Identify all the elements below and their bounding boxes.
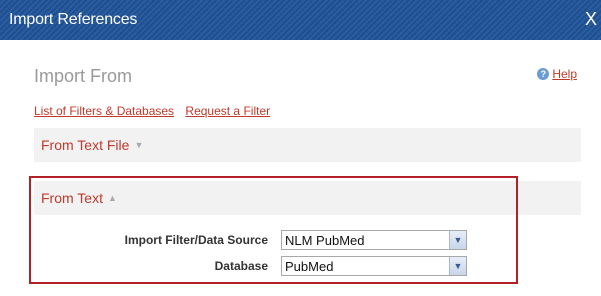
list-of-filters-link[interactable]: List of Filters & Databases xyxy=(34,104,174,118)
chevron-down-icon[interactable]: ▼ xyxy=(449,257,466,275)
database-select[interactable]: PubMed ▼ xyxy=(281,256,467,276)
from-text-file-label[interactable]: From Text File xyxy=(41,137,129,153)
dialog-title: Import References xyxy=(9,11,138,28)
import-filter-value: NLM PubMed xyxy=(285,233,365,248)
database-value: PubMed xyxy=(285,259,334,274)
request-filter-link[interactable]: Request a Filter xyxy=(185,104,270,118)
help-link[interactable]: Help xyxy=(552,67,577,81)
import-filter-row: Import Filter/Data Source NLM PubMed ▼ xyxy=(34,230,514,252)
help-icon[interactable]: ? xyxy=(537,68,550,80)
from-text-file-panel-header[interactable]: From Text File ▼ xyxy=(34,128,581,162)
database-row: Database PubMed ▼ xyxy=(34,256,514,278)
help-link-group[interactable]: ? Help xyxy=(537,67,577,81)
import-filter-label: Import Filter/Data Source xyxy=(124,233,268,247)
chevron-down-icon[interactable]: ▼ xyxy=(449,231,466,249)
expand-arrow-icon[interactable]: ▼ xyxy=(134,140,143,150)
close-button[interactable]: X xyxy=(585,9,597,30)
section-title: Import From xyxy=(34,66,133,86)
import-filter-select[interactable]: NLM PubMed ▼ xyxy=(281,230,467,250)
filter-links: List of Filters & Databases Request a Fi… xyxy=(34,104,278,118)
database-label: Database xyxy=(214,259,268,273)
dialog-title-bar: Import References X xyxy=(0,0,601,40)
